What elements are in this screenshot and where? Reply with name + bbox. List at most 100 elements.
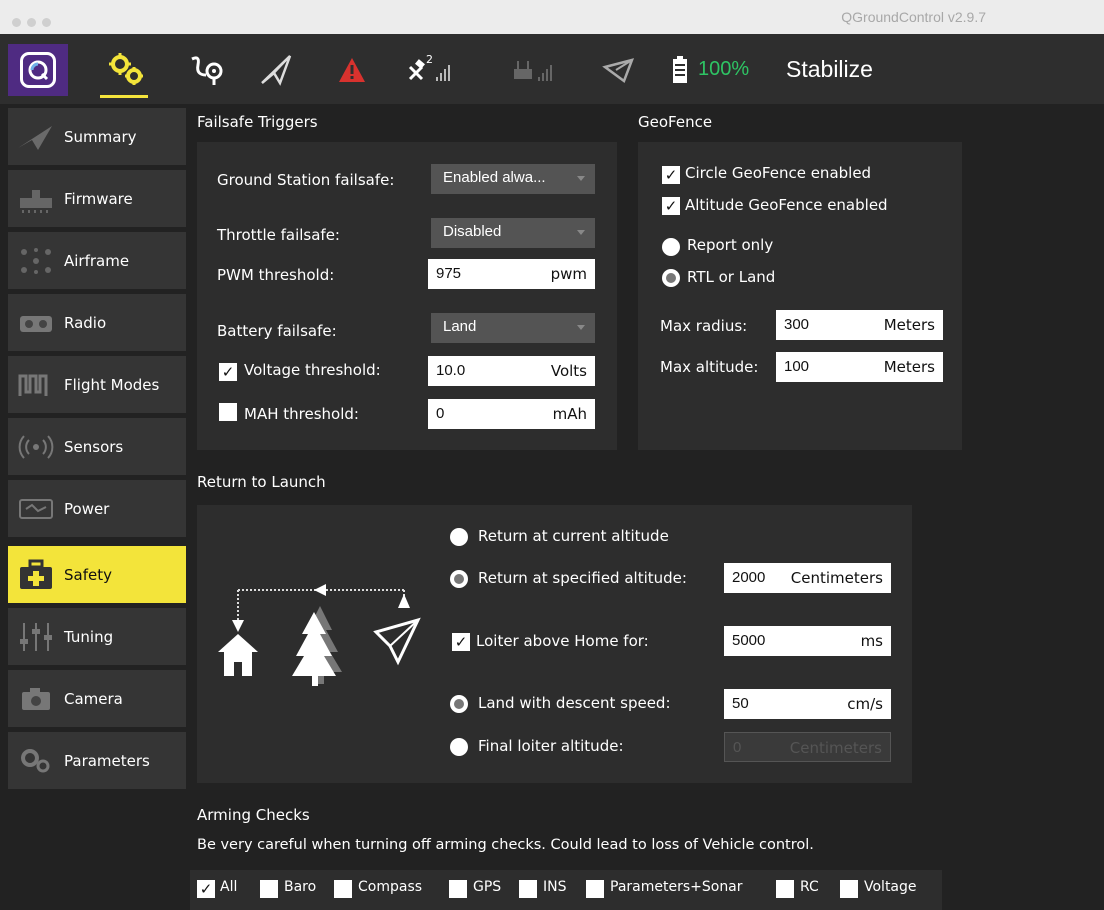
arming-check-gps-label: GPS xyxy=(473,879,502,895)
sidebar-item-tuning[interactable]: Tuning xyxy=(8,608,186,665)
minimize-window-button[interactable] xyxy=(27,18,36,27)
rtl-diagram xyxy=(214,580,428,690)
voltage-threshold-value: 10.0 xyxy=(436,362,466,379)
voltage-threshold-checkbox[interactable]: ✓ xyxy=(219,363,237,381)
battery-icon[interactable] xyxy=(668,52,692,88)
return-specified-alt-field[interactable]: 2000 Centimeters xyxy=(724,563,891,593)
rtl-section-title: Return to Launch xyxy=(197,473,326,491)
arming-check-rc-label: RC xyxy=(800,879,819,895)
arming-check-ins-checkbox[interactable] xyxy=(519,880,537,898)
battery-percentage: 100% xyxy=(698,58,750,80)
sidebar-item-summary[interactable]: Summary xyxy=(8,108,186,165)
geofence-section-title: GeoFence xyxy=(638,113,713,131)
arming-check-all-checkbox[interactable]: ✓ xyxy=(197,880,215,898)
arming-check-parameters-sonar-checkbox[interactable] xyxy=(586,880,604,898)
pwm-threshold-field[interactable]: 975 pwm xyxy=(428,259,595,289)
arming-check-compass-checkbox[interactable] xyxy=(334,880,352,898)
camera-icon xyxy=(8,679,64,719)
max-radius-label: Max radius: xyxy=(660,317,748,335)
zoom-window-button[interactable] xyxy=(42,18,51,27)
window-titlebar: QGroundControl v2.9.7 xyxy=(0,0,1104,34)
circle-geofence-checkbox[interactable]: ✓ xyxy=(662,166,680,184)
altitude-geofence-checkbox[interactable]: ✓ xyxy=(662,197,680,215)
arming-check-gps-checkbox[interactable] xyxy=(449,880,467,898)
max-altitude-field[interactable]: 100 Meters xyxy=(776,352,943,382)
meters-unit: Meters xyxy=(883,316,935,334)
land-descent-speed-radio[interactable] xyxy=(450,695,468,713)
return-current-alt-label: Return at current altitude xyxy=(478,527,669,545)
sidebar-item-label: Firmware xyxy=(64,189,133,208)
mah-threshold-checkbox[interactable] xyxy=(219,403,237,421)
loiter-above-home-checkbox[interactable]: ✓ xyxy=(452,633,470,651)
sidebar-item-label: Safety xyxy=(64,565,112,584)
flight-mode-selector[interactable]: Stabilize xyxy=(786,56,873,83)
battery-failsafe-label: Battery failsafe: xyxy=(217,322,337,340)
home-icon xyxy=(218,634,258,676)
circle-geofence-label: Circle GeoFence enabled xyxy=(685,164,872,182)
active-tab-indicator xyxy=(100,95,148,98)
final-loiter-alt-field: 0 Centimeters xyxy=(724,732,891,762)
arming-warning-text: Be very careful when turning off arming … xyxy=(197,837,814,853)
throttle-failsafe-label: Throttle failsafe: xyxy=(217,226,340,244)
close-window-button[interactable] xyxy=(12,18,21,27)
rtl-or-land-radio[interactable] xyxy=(662,269,680,287)
pwm-unit: pwm xyxy=(550,265,587,283)
report-only-label: Report only xyxy=(687,236,774,254)
sidebar-item-safety[interactable]: Safety xyxy=(8,546,186,603)
ms-unit: ms xyxy=(860,632,883,650)
throttle-failsafe-dropdown[interactable]: Disabled xyxy=(431,218,595,248)
main-toolbar: 2 100% Stabilize xyxy=(0,34,1104,104)
max-radius-value: 300 xyxy=(784,316,810,333)
chevron-down-icon xyxy=(577,325,585,330)
final-loiter-alt-value: 0 xyxy=(733,739,742,756)
sidebar-item-flight-modes[interactable]: Flight Modes xyxy=(8,356,186,413)
sidebar-item-airframe[interactable]: Airframe xyxy=(8,232,186,289)
final-loiter-alt-radio[interactable] xyxy=(450,738,468,756)
mah-threshold-field[interactable]: 0 mAh xyxy=(428,399,595,429)
land-descent-speed-field[interactable]: 50 cm/s xyxy=(724,689,891,719)
qgc-logo-icon[interactable] xyxy=(8,44,68,96)
gps-icon[interactable]: 2 xyxy=(404,52,464,88)
plan-icon[interactable] xyxy=(186,52,230,88)
sidebar-item-parameters[interactable]: Parameters xyxy=(8,732,186,789)
arming-check-baro-checkbox[interactable] xyxy=(260,880,278,898)
rc-signal-icon[interactable] xyxy=(506,52,566,88)
arming-check-voltage-checkbox[interactable] xyxy=(840,880,858,898)
mah-unit: mAh xyxy=(552,405,587,423)
firmware-icon xyxy=(8,179,64,219)
arming-check-compass-label: Compass xyxy=(358,879,423,895)
sidebar-item-power[interactable]: Power xyxy=(8,480,186,537)
parameters-icon xyxy=(8,741,64,781)
geofence-panel xyxy=(638,142,962,450)
report-only-radio[interactable] xyxy=(662,238,680,256)
warning-icon[interactable] xyxy=(332,52,372,88)
max-radius-field[interactable]: 300 Meters xyxy=(776,310,943,340)
altitude-geofence-label: Altitude GeoFence enabled xyxy=(685,196,888,214)
battery-failsafe-value: Land xyxy=(443,318,477,335)
battery-failsafe-dropdown[interactable]: Land xyxy=(431,313,595,343)
final-loiter-alt-label: Final loiter altitude: xyxy=(478,737,624,755)
setup-sidebar: Summary Firmware Airframe Radio Flight M… xyxy=(0,106,186,910)
flight-modes-icon xyxy=(8,365,64,405)
rtl-or-land-label: RTL or Land xyxy=(687,268,776,286)
gear-icon[interactable] xyxy=(104,52,148,88)
window-controls[interactable] xyxy=(12,12,57,31)
arming-check-voltage-label: Voltage xyxy=(864,879,917,895)
paper-plane-icon[interactable] xyxy=(256,52,296,88)
sidebar-item-firmware[interactable]: Firmware xyxy=(8,170,186,227)
return-specified-alt-value: 2000 xyxy=(732,569,766,586)
sidebar-item-camera[interactable]: Camera xyxy=(8,670,186,727)
voltage-threshold-field[interactable]: 10.0 Volts xyxy=(428,356,595,386)
gcs-failsafe-dropdown[interactable]: Enabled alwa... xyxy=(431,164,595,194)
arming-check-rc-checkbox[interactable] xyxy=(776,880,794,898)
loiter-above-home-field[interactable]: 5000 ms xyxy=(724,626,891,656)
sidebar-item-label: Sensors xyxy=(64,437,124,456)
return-current-alt-radio[interactable] xyxy=(450,528,468,546)
sidebar-item-radio[interactable]: Radio xyxy=(8,294,186,351)
return-specified-alt-radio[interactable] xyxy=(450,570,468,588)
gcs-failsafe-label: Ground Station failsafe: xyxy=(217,171,395,189)
telemetry-icon[interactable] xyxy=(600,52,640,88)
volts-unit: Volts xyxy=(550,362,587,380)
sidebar-item-label: Flight Modes xyxy=(64,375,160,394)
sidebar-item-sensors[interactable]: Sensors xyxy=(8,418,186,475)
